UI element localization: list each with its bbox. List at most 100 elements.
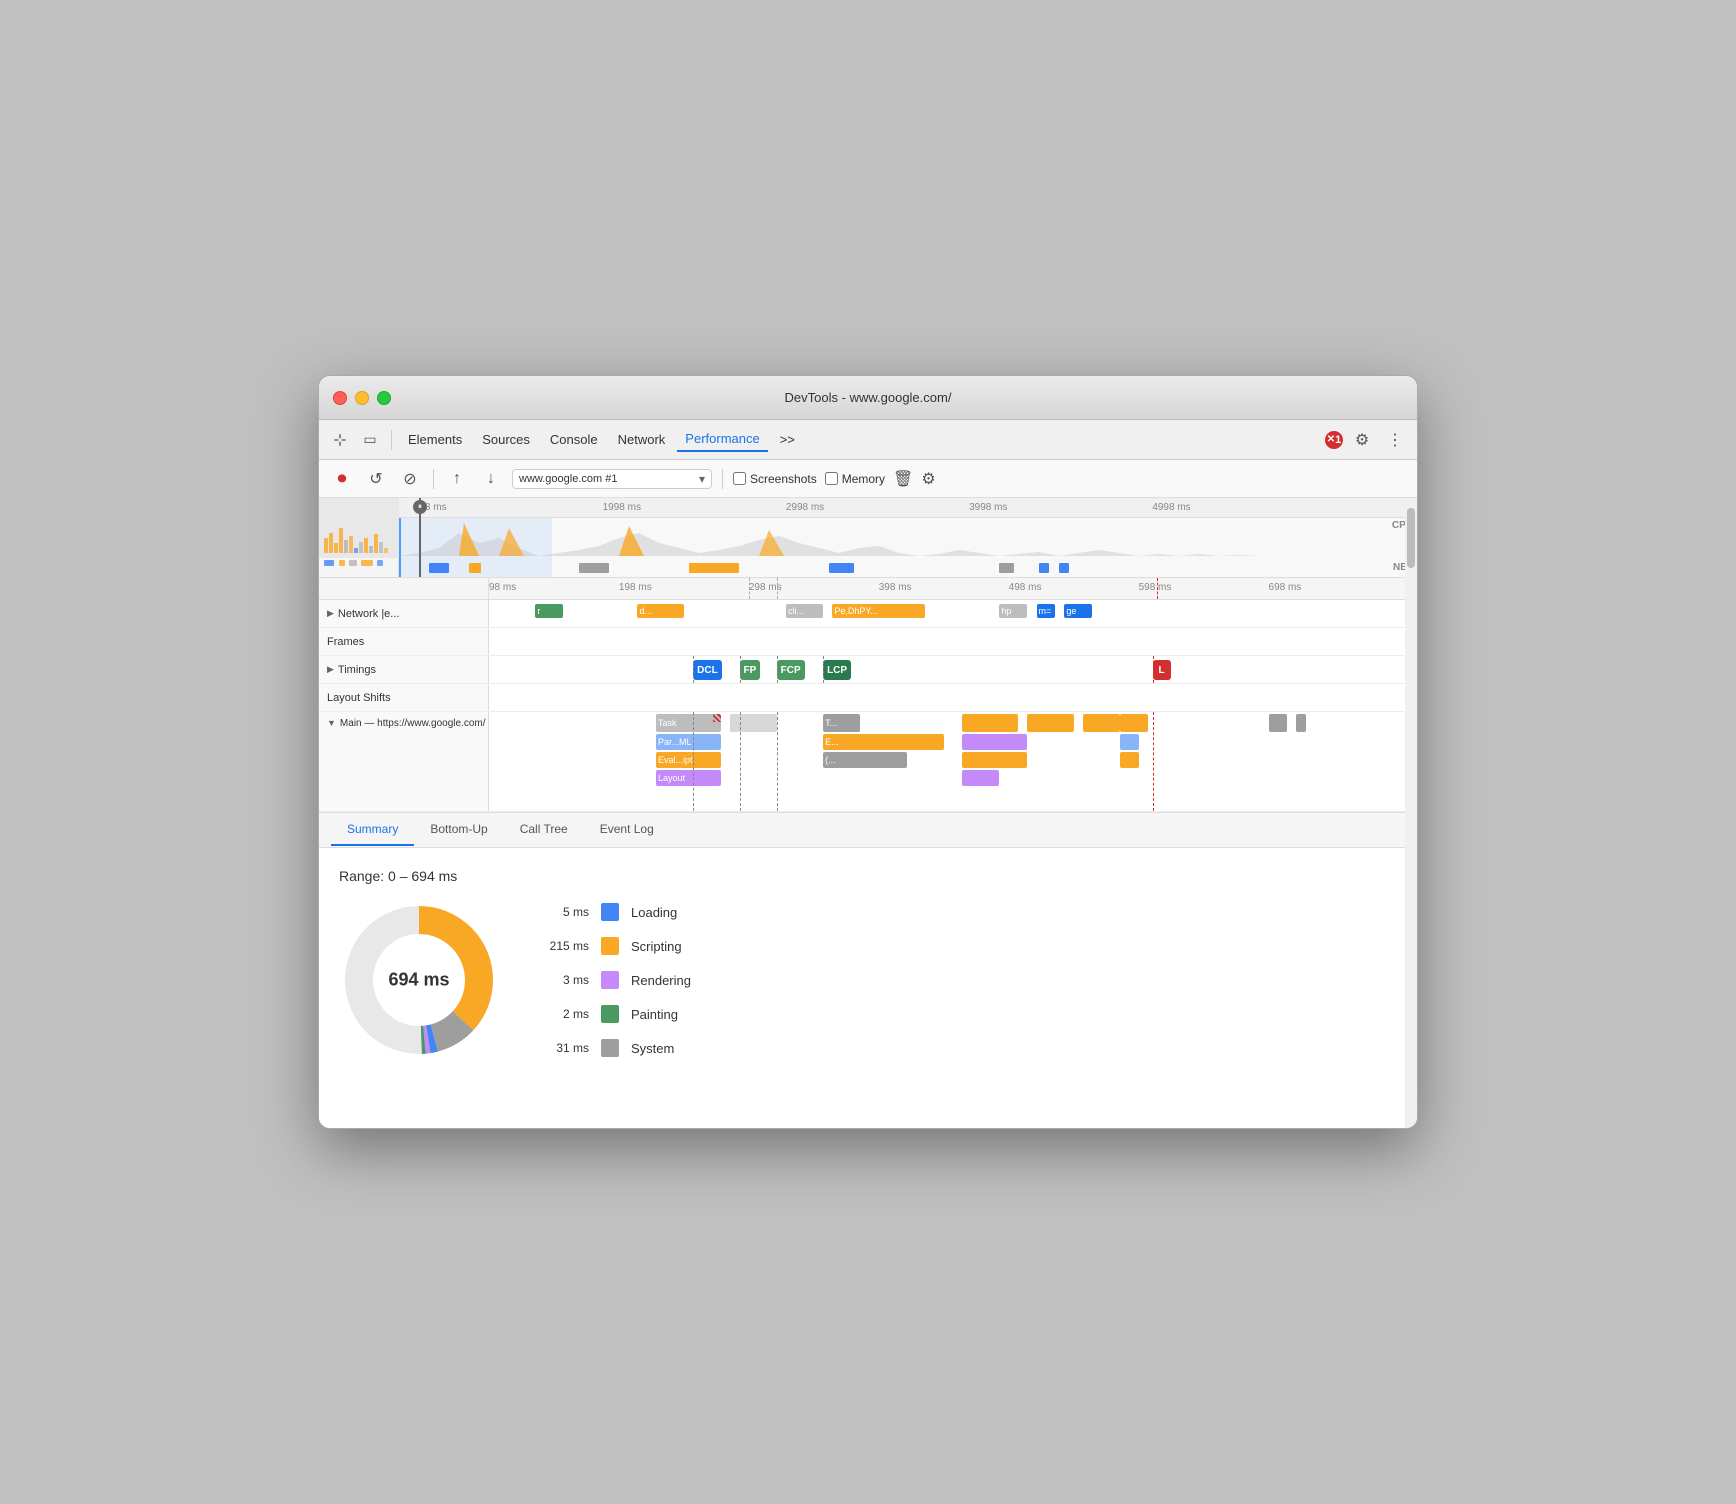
timings-expand-icon[interactable]: ▶ bbox=[327, 664, 334, 675]
task-bar-far1[interactable] bbox=[1269, 714, 1288, 732]
overview-tick-3: 2998 ms bbox=[786, 502, 824, 513]
screenshots-checkbox[interactable] bbox=[733, 472, 746, 485]
task-bar-t[interactable]: T... bbox=[823, 714, 860, 732]
scrollbar-thumb[interactable] bbox=[1407, 508, 1415, 568]
scripting-color bbox=[601, 937, 619, 955]
main-track-label[interactable]: ▼ Main — https://www.google.com/ bbox=[319, 712, 489, 811]
task-bar-y6[interactable] bbox=[1120, 752, 1139, 768]
timings-track: ▶ Timings DCL FP FCP LCP L bbox=[319, 656, 1417, 684]
main-label-text: Main — https://www.google.com/ bbox=[340, 718, 486, 729]
frames-track-content bbox=[489, 628, 1417, 655]
task-bar-y5[interactable] bbox=[1120, 714, 1148, 732]
more-options-icon[interactable]: ⋮ bbox=[1381, 428, 1409, 452]
delete-button[interactable]: 🗑 bbox=[893, 469, 913, 489]
network-expand-icon[interactable]: ▶ bbox=[327, 608, 334, 619]
net-bar-7[interactable]: ge bbox=[1064, 604, 1092, 618]
minimize-button[interactable] bbox=[355, 391, 369, 405]
tab-network[interactable]: Network bbox=[610, 428, 674, 451]
task-bar-y3[interactable] bbox=[962, 752, 1027, 768]
main-vline-red bbox=[1153, 712, 1154, 811]
error-badge: ✕ 1 bbox=[1325, 431, 1343, 449]
tab-summary[interactable]: Summary bbox=[331, 814, 414, 846]
url-dropdown-icon[interactable]: ▾ bbox=[699, 472, 705, 486]
inspect-icon[interactable]: ⊹ bbox=[327, 427, 353, 453]
tab-performance[interactable]: Performance bbox=[677, 427, 767, 452]
timing-fcp[interactable]: FCP bbox=[777, 660, 805, 680]
task-bar-task[interactable]: Task bbox=[656, 714, 721, 732]
memory-checkbox[interactable] bbox=[825, 472, 838, 485]
detail-ruler: 98 ms 198 ms 298 ms 398 ms 498 ms 598 ms… bbox=[319, 578, 1417, 600]
net-bar-3[interactable]: cli... bbox=[786, 604, 823, 618]
overview-tick-2: 1998 ms bbox=[603, 502, 641, 513]
task-bar-y4[interactable] bbox=[1083, 714, 1120, 732]
device-icon[interactable]: ▭ bbox=[357, 427, 383, 453]
layout-shifts-label-text: Layout Shifts bbox=[327, 692, 391, 704]
task-bar-layout[interactable]: Layout bbox=[656, 770, 721, 786]
clear-button[interactable]: ⊘ bbox=[397, 466, 423, 492]
tab-console[interactable]: Console bbox=[542, 428, 606, 451]
timing-lcp[interactable]: LCP bbox=[823, 660, 851, 680]
net-bar-5[interactable]: hp bbox=[999, 604, 1027, 618]
network-track-label[interactable]: ▶ Network |e... bbox=[319, 600, 489, 627]
settings-icon[interactable]: ⚙ bbox=[1349, 427, 1375, 453]
rendering-color bbox=[601, 971, 619, 989]
overview-content: ⏸ 98 ms 1998 ms 2998 ms 3998 ms 4998 ms … bbox=[399, 498, 1417, 577]
timing-vline-2 bbox=[740, 656, 741, 683]
download-button[interactable]: ↓ bbox=[478, 466, 504, 492]
devtools-window: DevTools - www.google.com/ ⊹ ▭ Elements … bbox=[318, 375, 1418, 1129]
task-bar-evalscript[interactable]: Eval...ipt bbox=[656, 752, 721, 768]
upload-button[interactable]: ↑ bbox=[444, 466, 470, 492]
memory-label: Memory bbox=[842, 472, 885, 486]
net-bar-1[interactable]: r bbox=[535, 604, 563, 618]
task-bar-purple1[interactable] bbox=[962, 734, 1027, 750]
overview-tick-4: 3998 ms bbox=[969, 502, 1007, 513]
net-bar bbox=[399, 561, 1299, 575]
more-tabs-button[interactable]: >> bbox=[772, 428, 803, 451]
legend-rendering: 3 ms Rendering bbox=[539, 971, 691, 989]
maximize-button[interactable] bbox=[377, 391, 391, 405]
playhead[interactable]: ⏸ bbox=[419, 498, 421, 577]
bottom-tabs: Summary Bottom-Up Call Tree Event Log bbox=[319, 812, 1417, 848]
tab-elements[interactable]: Elements bbox=[400, 428, 470, 451]
frames-track-label[interactable]: Frames bbox=[319, 628, 489, 655]
layout-shifts-content bbox=[489, 684, 1417, 711]
task-bar-e[interactable]: E... bbox=[823, 734, 944, 750]
layout-shifts-label[interactable]: Layout Shifts bbox=[319, 684, 489, 711]
summary-panel: Range: 0 – 694 ms bbox=[319, 848, 1417, 1128]
main-expand-icon[interactable]: ▼ bbox=[327, 718, 336, 728]
timing-l[interactable]: L bbox=[1153, 660, 1171, 680]
summary-content: 694 ms 5 ms Loading 215 ms Scripting bbox=[339, 900, 1397, 1060]
capture-settings-icon[interactable]: ⚙ bbox=[921, 469, 935, 489]
timing-dcl[interactable]: DCL bbox=[693, 660, 722, 680]
net-bar-4[interactable]: Pe,DhPY... bbox=[832, 604, 925, 618]
task-bar-2[interactable] bbox=[730, 714, 776, 732]
record-button[interactable]: ⏺ bbox=[329, 466, 355, 492]
timeline-overview[interactable]: ⏸ 98 ms 1998 ms 2998 ms 3998 ms 4998 ms … bbox=[319, 498, 1417, 578]
legend-list: 5 ms Loading 215 ms Scripting 3 ms Rende… bbox=[539, 903, 691, 1057]
timing-vline-3 bbox=[777, 656, 778, 683]
task-bar-parml[interactable]: Par...ML bbox=[656, 734, 721, 750]
tab-bottom-up[interactable]: Bottom-Up bbox=[414, 814, 503, 846]
tab-sources[interactable]: Sources bbox=[474, 428, 538, 451]
system-color bbox=[601, 1039, 619, 1057]
overview-left-gutter bbox=[319, 498, 399, 577]
timing-fp[interactable]: FP bbox=[740, 660, 761, 680]
task-bar-paren[interactable]: (... bbox=[823, 752, 907, 768]
timings-track-label[interactable]: ▶ Timings bbox=[319, 656, 489, 683]
tab-event-log[interactable]: Event Log bbox=[584, 814, 670, 846]
net-bar-2[interactable]: d... bbox=[637, 604, 683, 618]
task-bar-purple2[interactable] bbox=[962, 770, 999, 786]
task-bar-blue1[interactable] bbox=[1120, 734, 1139, 750]
playhead-head: ⏸ bbox=[413, 500, 427, 514]
close-button[interactable] bbox=[333, 391, 347, 405]
tab-call-tree[interactable]: Call Tree bbox=[504, 814, 584, 846]
task-bar-y1[interactable] bbox=[962, 714, 1018, 732]
net-bar-6[interactable]: m= bbox=[1037, 604, 1056, 618]
task-bar-y2[interactable] bbox=[1027, 714, 1073, 732]
reload-record-button[interactable]: ↺ bbox=[363, 466, 389, 492]
task-bar-far2[interactable] bbox=[1296, 714, 1305, 732]
timeline-scrollbar[interactable] bbox=[1405, 498, 1417, 1128]
timings-label-text: Timings bbox=[338, 664, 376, 676]
detail-ruler-ticks: 98 ms 198 ms 298 ms 398 ms 498 ms 598 ms… bbox=[489, 578, 1417, 599]
main-track-content[interactable]: Task Par...ML Eval...ipt Layout T... E..… bbox=[489, 712, 1417, 811]
